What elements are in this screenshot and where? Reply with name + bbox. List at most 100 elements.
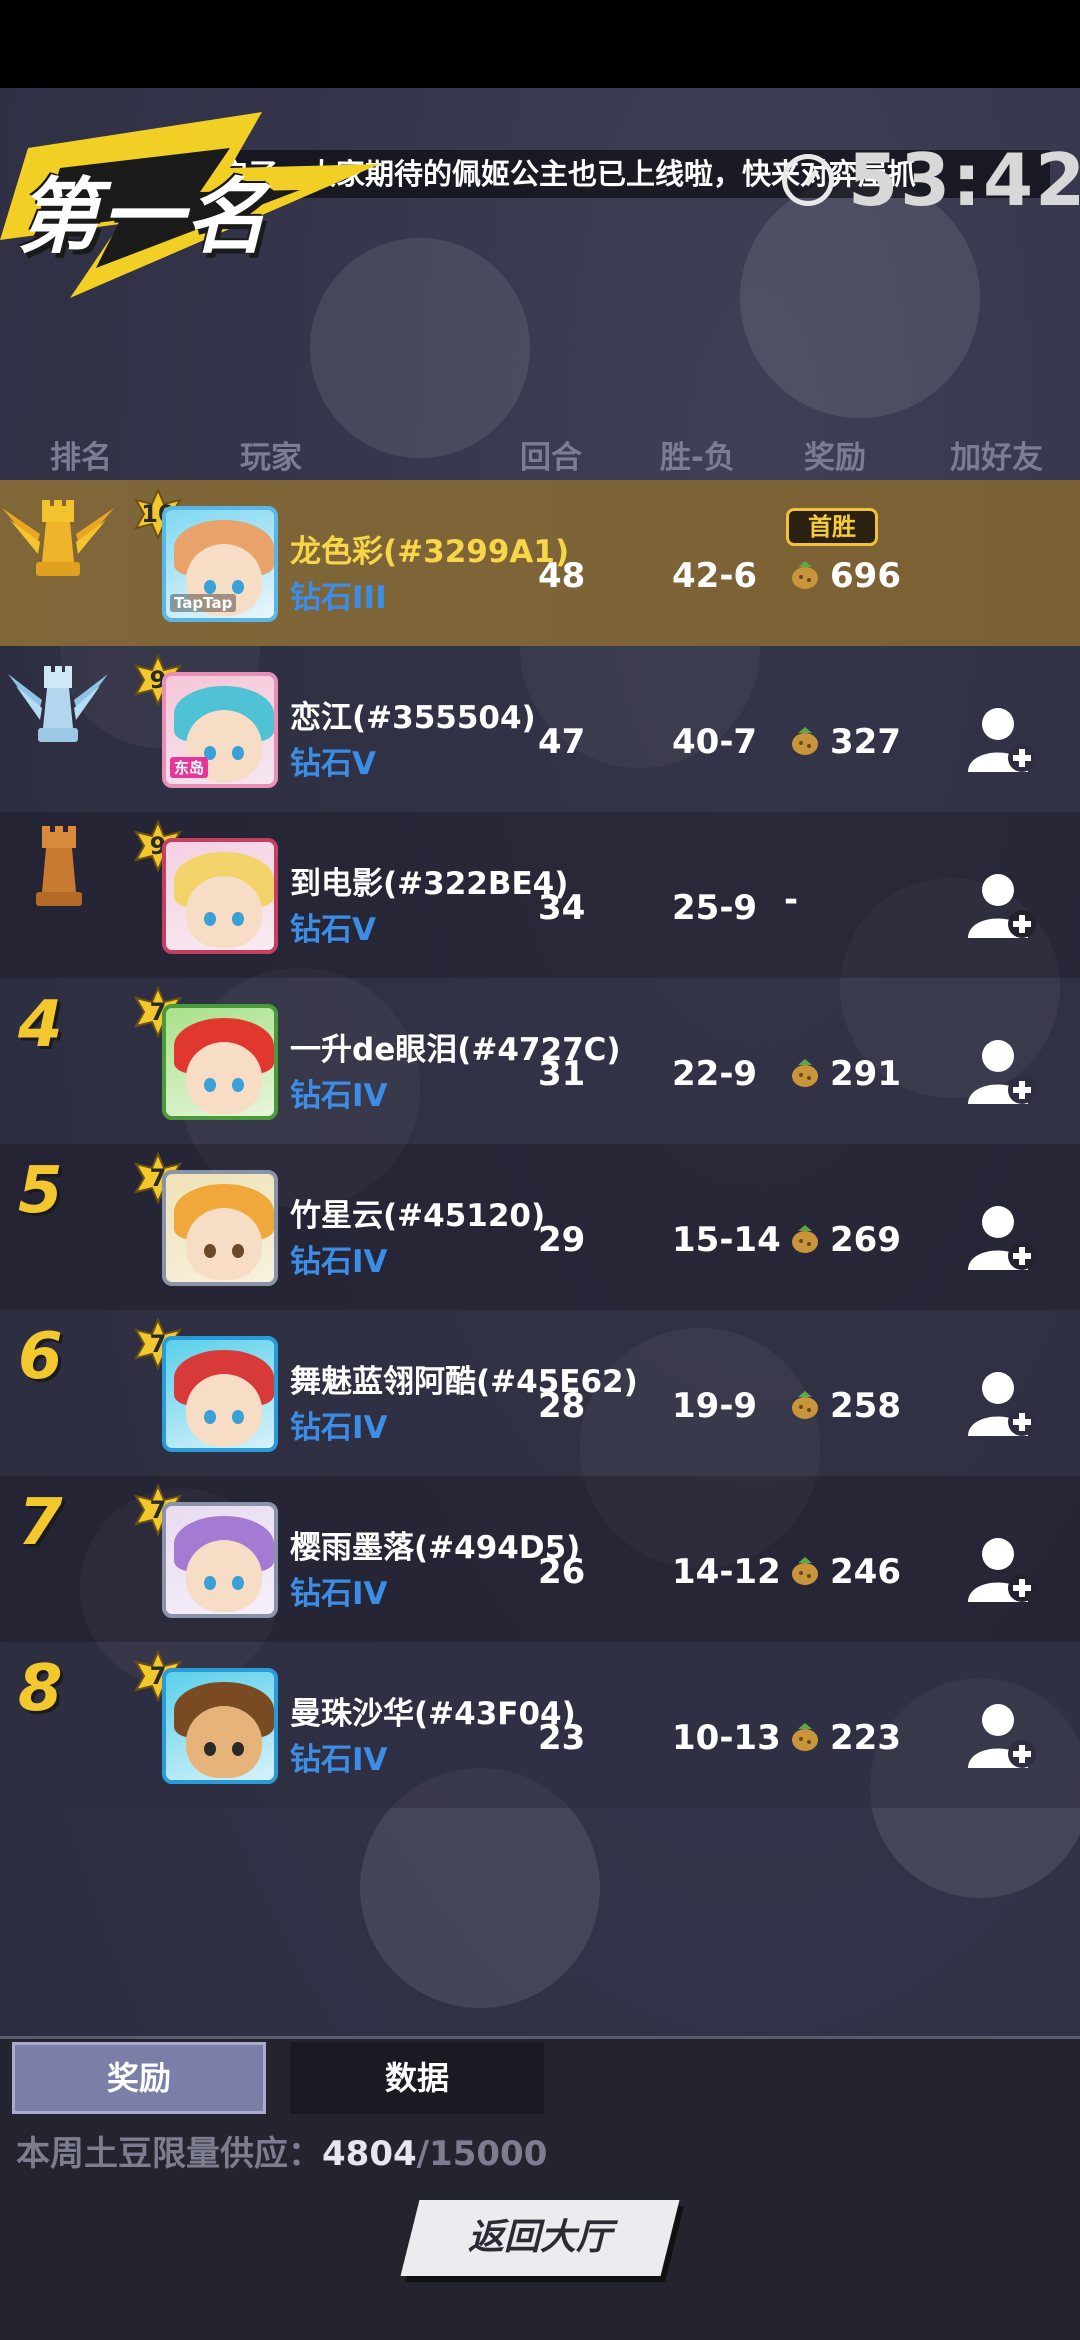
player-name: 舞魅蓝翎阿酷(#45E62) [290, 1364, 638, 1400]
reward: 696 [788, 552, 901, 600]
leaderboard-row[interactable]: 6 7 舞魅蓝翎阿酷(#45E62) 钻石IV 28 19-9 258 [0, 1310, 1080, 1476]
potato-icon [792, 561, 818, 589]
reward-value: 291 [830, 1054, 901, 1094]
reward-value: 269 [830, 1220, 901, 1260]
rank-number: 7 [18, 1486, 63, 1560]
potato-icon [792, 1059, 818, 1087]
first-win-badge: 首胜 [786, 508, 878, 546]
status-bar [0, 0, 1080, 88]
rounds-value: 31 [538, 1054, 586, 1094]
reward-value: 327 [830, 722, 901, 762]
potato-icon [792, 1391, 818, 1419]
reward: 291 [788, 1050, 901, 1098]
potato-icon [792, 1225, 818, 1253]
avatar[interactable] [162, 1004, 278, 1120]
supply-max: /15000 [416, 2134, 548, 2174]
reward-value: 696 [830, 556, 901, 596]
player-tier: 钻石V [290, 746, 376, 782]
potato-icon [792, 1557, 818, 1585]
rounds-value: 28 [538, 1386, 586, 1426]
rank-number: 6 [18, 1320, 63, 1394]
win-loss-value: 42-6 [672, 556, 758, 596]
reward-value: 246 [830, 1552, 901, 1592]
leaderboard-row[interactable]: 4 7 一升de眼泪(#4727C) 钻石IV 31 22-9 291 [0, 978, 1080, 1144]
rounds-value: 34 [538, 888, 586, 928]
win-loss-value: 10-13 [672, 1718, 781, 1758]
add-friend-icon[interactable] [966, 1200, 1040, 1274]
column-player: 玩家 [240, 440, 302, 476]
win-loss-value: 25-9 [672, 888, 758, 928]
supply-label: 本周土豆限量供应： [16, 2134, 322, 2174]
player-tier: 钻石IV [290, 1742, 388, 1778]
avatar[interactable]: 东岛 [162, 672, 278, 788]
leaderboard-row[interactable]: 9 东岛 恋江(#355504) 钻石V 47 40-7 327 [0, 646, 1080, 812]
player-name: 恋江(#355504) [290, 700, 536, 736]
reward: 258 [788, 1382, 901, 1430]
leaderboard-row[interactable]: 7 7 樱雨墨落(#494D5) 钻石IV 26 14-12 246 [0, 1476, 1080, 1642]
add-friend-icon[interactable] [966, 868, 1040, 942]
rounds-value: 47 [538, 722, 586, 762]
potato-supply: 本周土豆限量供应：4804/15000 [16, 2126, 547, 2175]
rank-number: 8 [18, 1652, 63, 1726]
leaderboard-row[interactable]: 8 7 曼珠沙华(#43F04) 钻石IV 23 10-13 223 [0, 1642, 1080, 1808]
player-tier: 钻石IV [290, 1576, 388, 1612]
gold-crown-icon [2, 500, 114, 576]
rounds-value: 48 [538, 556, 586, 596]
silver-crown-icon [8, 666, 108, 742]
tab-rewards[interactable]: 奖励 [12, 2042, 266, 2114]
column-reward: 奖励 [804, 440, 866, 476]
reward-value: - [784, 880, 799, 920]
win-loss-value: 40-7 [672, 722, 758, 762]
avatar[interactable] [162, 1170, 278, 1286]
player-tier: 钻石V [290, 912, 376, 948]
player-name: 龙色彩(#3299A1) [290, 534, 570, 570]
reward: 327 [788, 718, 901, 766]
column-rounds: 回合 [520, 440, 582, 476]
win-loss-value: 22-9 [672, 1054, 758, 1094]
reward: 223 [788, 1714, 901, 1762]
win-loss-value: 14-12 [672, 1552, 781, 1592]
divider [0, 2036, 1080, 2039]
avatar[interactable]: TapTap [162, 506, 278, 622]
column-win-loss: 胜-负 [660, 440, 735, 476]
potato-icon [792, 727, 818, 755]
reward: 246 [788, 1548, 901, 1596]
banner-title: 第一名 [12, 170, 288, 265]
column-add-friend: 加好友 [950, 440, 1043, 476]
rank-number: 4 [18, 988, 63, 1062]
win-loss-value: 19-9 [672, 1386, 758, 1426]
win-loss-value: 15-14 [672, 1220, 781, 1260]
potato-icon [792, 1723, 818, 1751]
rounds-value: 23 [538, 1718, 586, 1758]
reward-value: 258 [830, 1386, 901, 1426]
avatar[interactable] [162, 1502, 278, 1618]
supply-current: 4804 [322, 2134, 417, 2174]
player-tier: 钻石IV [290, 1410, 388, 1446]
leaderboard-row[interactable]: 5 7 竹星云(#45120) 钻石IV 29 15-14 269 [0, 1144, 1080, 1310]
player-name: 樱雨墨落(#494D5) [290, 1530, 581, 1566]
avatar[interactable] [162, 1668, 278, 1784]
timer-text: 53:42 [848, 138, 1080, 222]
return-lobby-label[interactable]: 返回大厅 [410, 2200, 670, 2276]
avatar[interactable] [162, 838, 278, 954]
tab-stats[interactable]: 数据 [290, 2042, 544, 2114]
rank-number: 5 [18, 1154, 63, 1228]
leaderboard-row[interactable]: 10 TapTap 龙色彩(#3299A1) 钻石III 48 42-6 首胜 … [0, 480, 1080, 646]
player-tier: 钻石IV [290, 1244, 388, 1280]
reward: 269 [788, 1216, 901, 1264]
clock-icon [782, 154, 834, 206]
add-friend-icon[interactable] [966, 1532, 1040, 1606]
leaderboard-row[interactable]: 9 到电影(#322BE4) 钻石V 34 25-9 - [0, 812, 1080, 978]
add-friend-icon[interactable] [966, 1698, 1040, 1772]
add-friend-icon[interactable] [966, 1034, 1040, 1108]
player-name: 竹星云(#45120) [290, 1198, 546, 1234]
add-friend-icon[interactable] [966, 702, 1040, 776]
avatar[interactable] [162, 1336, 278, 1452]
rounds-value: 26 [538, 1552, 586, 1592]
countdown-timer: 53:42 [782, 138, 1080, 222]
add-friend-icon[interactable] [966, 1366, 1040, 1440]
player-tier: 钻石IV [290, 1078, 388, 1114]
reward-value: 223 [830, 1718, 901, 1758]
leaderboard-screen: 经开启了，大家期待的佩姬公主也已上线啦，快来对弈屋抓 第一名 53:42 排名 … [0, 0, 1080, 2340]
rounds-value: 29 [538, 1220, 586, 1260]
